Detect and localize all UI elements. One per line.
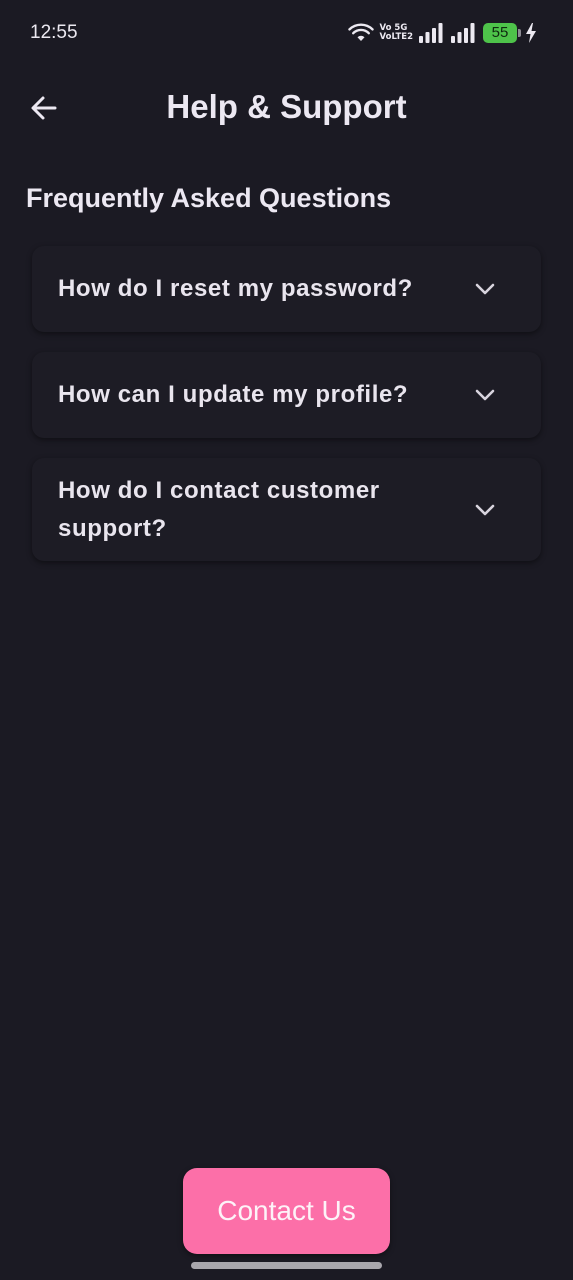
volte-icon: Vo 5G VoLTE2 — [380, 24, 413, 42]
faq-item-reset-password[interactable]: How do I reset my password? — [32, 246, 541, 332]
faq-section-title: Frequently Asked Questions — [26, 183, 392, 213]
home-indicator[interactable] — [191, 1262, 382, 1269]
signal-icon-sim2 — [451, 23, 475, 43]
signal-icon-sim1 — [419, 23, 443, 43]
charging-icon — [526, 23, 536, 43]
app-header: Help & Support — [0, 70, 573, 146]
chevron-down-icon — [475, 504, 495, 515]
volte-bottom-text: VoLTE2 — [379, 32, 413, 42]
faq-item-update-profile[interactable]: How can I update my profile? — [32, 352, 541, 438]
contact-us-button[interactable]: Contact Us — [183, 1168, 390, 1254]
status-time: 12:55 — [30, 22, 78, 43]
faq-question: How do I contact customer support? — [58, 476, 380, 542]
wifi-icon — [347, 23, 374, 41]
faq-question: How do I reset my password? — [58, 275, 413, 302]
chevron-down-icon — [475, 283, 495, 295]
faq-item-contact-support[interactable]: How do I contact customer support? — [32, 458, 541, 561]
battery-level: 55 — [491, 24, 509, 41]
page-title: Help & Support — [166, 88, 407, 125]
status-bar: 12:55 Vo 5G VoLTE2 55 — [0, 0, 573, 66]
faq-list: How do I reset my password? How can I up… — [32, 246, 541, 581]
status-icons: Vo 5G VoLTE2 55 — [347, 22, 537, 44]
chevron-down-icon — [475, 389, 495, 401]
faq-question: How can I update my profile? — [58, 381, 409, 408]
battery-icon: 55 — [483, 23, 521, 43]
